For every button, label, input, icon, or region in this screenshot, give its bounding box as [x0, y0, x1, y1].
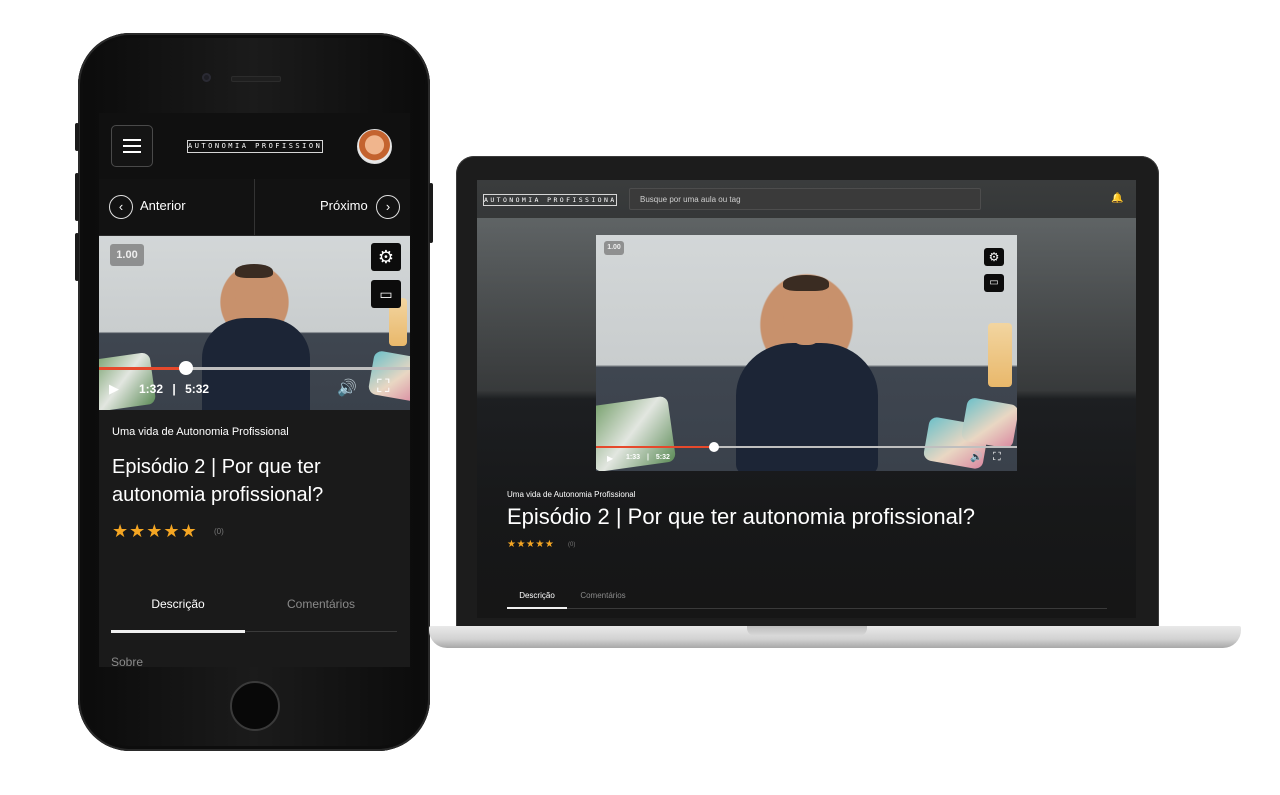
- settings-gear-icon[interactable]: ⚙: [371, 243, 401, 271]
- time-separator: |: [172, 382, 176, 396]
- desktop-screen: AUTONOMIA PROFISSIONAL Busque por uma au…: [477, 180, 1136, 618]
- pillow-shape: [99, 351, 157, 410]
- settings-gear-icon[interactable]: ⚙: [984, 248, 1004, 266]
- chevron-left-icon: ‹: [109, 195, 133, 219]
- previous-label: Anterior: [140, 198, 186, 213]
- rating-stars[interactable]: ★★★★★: [112, 521, 198, 542]
- next-button[interactable]: Próximo ›: [255, 179, 410, 235]
- fullscreen-icon[interactable]: ⛶: [377, 376, 390, 397]
- tab-comentarios[interactable]: Comentários: [253, 597, 389, 611]
- video-frame: [596, 235, 1017, 471]
- hamburger-menu-button[interactable]: [111, 125, 153, 167]
- mute-switch: [75, 123, 79, 151]
- tab-descricao[interactable]: Descrição: [111, 597, 245, 611]
- progress-knob[interactable]: [709, 442, 719, 452]
- content-tabs: Descrição Comentários: [507, 582, 1107, 612]
- series-title[interactable]: Uma vida de Autonomia Profissional: [507, 490, 636, 499]
- progress-knob[interactable]: [179, 361, 193, 375]
- home-button: [230, 681, 280, 731]
- power-button: [429, 183, 433, 243]
- tab-comentarios[interactable]: Comentários: [569, 591, 637, 600]
- video-player[interactable]: 1.00 ⚙ ▭ ▶ 1:32 | 5:32 🔊 ⛶: [99, 236, 410, 410]
- time-separator: |: [646, 454, 649, 461]
- playback-speed-badge[interactable]: 1.00: [604, 241, 624, 255]
- laptop-notch: [747, 626, 867, 636]
- play-icon[interactable]: ▶: [607, 454, 613, 463]
- desktop-header: AUTONOMIA PROFISSIONAL Busque por uma au…: [477, 180, 1136, 218]
- phone-mockup: AUTONOMIA PROFISSIONAL ‹ Anterior Próxim…: [75, 33, 433, 751]
- rating-count: (0): [568, 542, 576, 548]
- active-tab-indicator: [111, 630, 245, 633]
- laptop-mockup: AUTONOMIA PROFISSIONAL Busque por uma au…: [456, 156, 1159, 628]
- video-player[interactable]: 1.00 ⚙ ▭ ▶ 1:33 | 5:32 🔊 ⛶: [596, 235, 1017, 471]
- menu-icon: [123, 145, 141, 147]
- camera-icon: [202, 73, 211, 82]
- bell-icon[interactable]: 🔔: [1111, 193, 1123, 204]
- tabs-underline: [507, 608, 1107, 609]
- person-shape: [736, 343, 878, 471]
- person-shape: [202, 318, 310, 410]
- chevron-right-icon: ›: [376, 195, 400, 219]
- next-label: Próximo: [320, 198, 368, 213]
- cast-off-icon[interactable]: ▭: [984, 274, 1004, 292]
- brand-logo[interactable]: AUTONOMIA PROFISSIONAL: [483, 194, 617, 206]
- cast-off-icon[interactable]: ▭: [371, 280, 401, 308]
- episode-title: Episódio 2 | Por que ter autonomia profi…: [112, 456, 324, 506]
- avatar[interactable]: [357, 129, 392, 164]
- rating-stars[interactable]: ★★★★★: [507, 539, 554, 550]
- hair-shape: [783, 275, 829, 291]
- search-input[interactable]: Busque por uma aula ou tag: [629, 188, 981, 210]
- earpiece-speaker: [231, 76, 281, 82]
- series-title[interactable]: Uma vida de Autonomia Profissional: [112, 426, 289, 438]
- hair-shape: [235, 264, 273, 278]
- duration: 5:32: [655, 454, 670, 461]
- rating-count: (0): [214, 527, 224, 536]
- playback-speed-badge[interactable]: 1.00: [110, 244, 144, 266]
- volume-down-button: [75, 233, 79, 281]
- description-heading: Sobre: [111, 655, 144, 667]
- laptop-base: [429, 626, 1241, 648]
- tab-descricao[interactable]: Descrição: [507, 591, 567, 600]
- volume-up-button: [75, 173, 79, 221]
- mobile-screen: AUTONOMIA PROFISSIONAL ‹ Anterior Próxim…: [99, 113, 410, 667]
- menu-icon: [123, 139, 141, 141]
- pillow-shape: [960, 396, 1017, 450]
- fullscreen-icon[interactable]: ⛶: [993, 451, 1001, 464]
- active-tab-indicator: [507, 607, 567, 609]
- menu-icon: [123, 151, 141, 153]
- content-tabs: Descrição Comentários: [111, 597, 397, 635]
- duration: 5:32: [185, 382, 210, 396]
- volume-icon[interactable]: 🔊: [337, 378, 357, 398]
- previous-button[interactable]: ‹ Anterior: [99, 179, 254, 235]
- video-time: 1:33 | 5:32: [626, 454, 670, 461]
- play-icon[interactable]: ▶: [109, 381, 119, 397]
- episode-title: Episódio 2 | Por que ter autonomia profi…: [507, 504, 975, 529]
- video-time: 1:32 | 5:32: [139, 382, 209, 396]
- mobile-header: AUTONOMIA PROFISSIONAL: [99, 113, 410, 180]
- brand-logo[interactable]: AUTONOMIA PROFISSIONAL: [187, 140, 323, 153]
- episode-navigation: ‹ Anterior Próximo ›: [99, 179, 410, 236]
- progress-fill: [99, 367, 186, 370]
- volume-icon[interactable]: 🔊: [970, 452, 982, 463]
- current-time: 1:33: [626, 454, 641, 461]
- lamp-shape: [988, 323, 1012, 387]
- progress-fill: [596, 446, 714, 448]
- current-time: 1:32: [139, 382, 164, 396]
